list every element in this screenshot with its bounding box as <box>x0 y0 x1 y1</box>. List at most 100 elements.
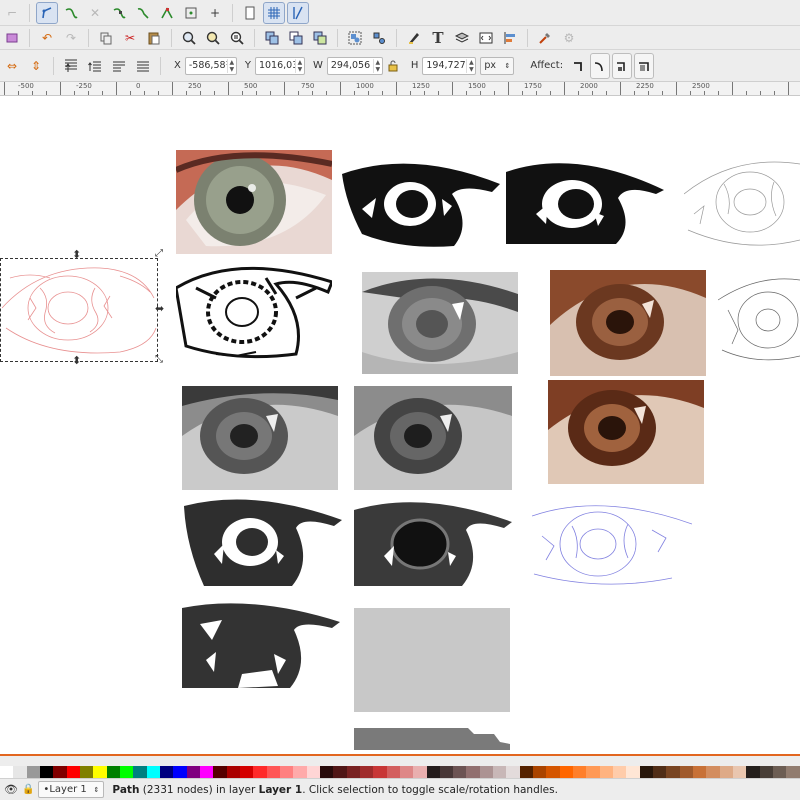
color-swatch[interactable] <box>106 766 120 778</box>
lock-icon[interactable]: 🔒 <box>22 784 34 795</box>
color-swatch[interactable] <box>519 766 534 778</box>
color-swatch[interactable] <box>386 766 400 778</box>
color-swatch[interactable] <box>666 766 680 778</box>
color-swatch[interactable] <box>613 766 627 778</box>
color-swatch[interactable] <box>786 766 800 778</box>
unit-select[interactable]: px ⇕ <box>480 56 515 75</box>
color-swatch[interactable] <box>39 766 54 778</box>
zoom-selection-icon[interactable] <box>178 27 200 49</box>
snap-cusp-icon[interactable] <box>156 2 178 24</box>
undo-icon[interactable]: ↶ <box>36 27 58 49</box>
color-swatch[interactable] <box>426 766 440 778</box>
snap-path-icon[interactable] <box>60 2 82 24</box>
spin-arrows-icon[interactable]: ▲ ▼ <box>466 58 475 73</box>
text-icon[interactable]: T <box>427 27 449 49</box>
color-swatch[interactable] <box>626 766 640 778</box>
color-swatch[interactable] <box>119 766 134 778</box>
document-properties-icon[interactable]: ⚙ <box>558 27 580 49</box>
scale-stroke-icon[interactable] <box>570 55 588 77</box>
raise-icon[interactable] <box>84 55 106 77</box>
color-swatch[interactable] <box>333 766 347 778</box>
eye-trace-darkgray-3[interactable] <box>182 600 340 694</box>
color-swatch[interactable] <box>719 766 734 778</box>
snap-bbox-icon[interactable] <box>36 1 58 24</box>
new-doc-icon[interactable] <box>1 27 23 49</box>
snap-rotation-icon[interactable]: + <box>204 2 226 24</box>
move-patterns-toggle[interactable] <box>634 52 655 79</box>
flip-vertical-icon[interactable]: ⇕ <box>25 55 47 77</box>
color-swatch[interactable] <box>586 766 600 778</box>
snap-node-icon[interactable] <box>108 2 130 24</box>
scale-handle-top-icon[interactable]: ⬍ <box>72 248 81 261</box>
eye-posterized-gray-1[interactable] <box>362 272 518 374</box>
color-swatch[interactable] <box>359 766 374 778</box>
horizontal-ruler[interactable]: -500 -250 0 250 500 750 1000 1250 1500 1… <box>0 82 800 96</box>
color-swatch[interactable] <box>213 766 227 778</box>
color-swatch[interactable] <box>559 766 574 778</box>
color-swatch[interactable] <box>346 766 360 778</box>
eye-trace-darkgray-1[interactable] <box>184 496 342 592</box>
y-field[interactable]: 1016,03 ▲ ▼ <box>254 56 305 75</box>
fill-stroke-icon[interactable] <box>403 27 425 49</box>
scale-handle-bottom-icon[interactable]: ⬍ <box>72 354 81 367</box>
eye-posterized-gray-2[interactable] <box>182 386 338 490</box>
color-swatch[interactable] <box>293 766 307 778</box>
raise-to-top-icon[interactable] <box>60 55 82 77</box>
eye-trace-bw-1[interactable] <box>342 154 500 250</box>
copy-icon[interactable] <box>95 27 117 49</box>
eye-visibility-icon[interactable]: 👁 <box>4 783 18 796</box>
color-swatch[interactable] <box>279 766 294 778</box>
selected-path[interactable]: ⬍ ⬍ ⬌ ⤢ ⤡ <box>0 248 164 367</box>
color-swatch[interactable] <box>413 766 427 778</box>
color-swatch[interactable] <box>639 766 654 778</box>
color-swatch[interactable] <box>599 766 614 778</box>
color-swatch[interactable] <box>266 766 280 778</box>
snap-toggle-icon[interactable]: ⌐ <box>1 2 23 24</box>
color-swatch[interactable] <box>319 766 334 778</box>
eye-trace-detailed-bw[interactable] <box>176 258 332 362</box>
color-swatch[interactable] <box>66 766 80 778</box>
color-swatch[interactable] <box>13 766 27 778</box>
color-swatch[interactable] <box>479 766 494 778</box>
color-swatch[interactable] <box>79 766 94 778</box>
color-swatch[interactable] <box>773 766 787 778</box>
color-swatch[interactable] <box>679 766 694 778</box>
lock-ratio-icon[interactable] <box>384 55 402 77</box>
color-swatch[interactable] <box>399 766 414 778</box>
color-swatch[interactable] <box>506 766 520 778</box>
flip-horizontal-icon[interactable]: ⇔ <box>1 55 23 77</box>
move-gradients-toggle[interactable] <box>612 52 633 79</box>
color-swatch[interactable] <box>173 766 187 778</box>
color-swatch[interactable] <box>733 766 747 778</box>
clone-icon[interactable] <box>285 27 307 49</box>
eye-posterized-sepia-1[interactable] <box>550 270 706 376</box>
color-swatch[interactable] <box>239 766 254 778</box>
eye-posterized-gray-3[interactable] <box>354 386 512 490</box>
zoom-drawing-icon[interactable] <box>202 27 224 49</box>
snap-page-icon[interactable] <box>239 2 261 24</box>
gray-rectangle[interactable] <box>354 608 510 712</box>
paste-icon[interactable] <box>143 27 165 49</box>
group-icon[interactable] <box>344 27 366 49</box>
color-swatch[interactable] <box>159 766 174 778</box>
color-swatch[interactable] <box>746 766 760 778</box>
snap-center-icon[interactable] <box>180 2 202 24</box>
color-swatch[interactable] <box>93 766 107 778</box>
x-field[interactable]: -586,58¹ ▲ ▼ <box>184 56 237 75</box>
snap-guide-icon[interactable] <box>287 1 309 24</box>
color-swatch[interactable] <box>0 766 14 778</box>
cut-icon[interactable]: ✂ <box>119 27 141 49</box>
zoom-page-icon[interactable] <box>226 27 248 49</box>
w-field[interactable]: 294,056 ▲ ▼ <box>326 56 383 75</box>
color-swatch[interactable] <box>653 766 667 778</box>
scale-handle-bottomright-icon[interactable]: ⤡ <box>155 354 163 365</box>
snap-intersection-icon[interactable]: ✕ <box>84 2 106 24</box>
color-swatch[interactable] <box>493 766 507 778</box>
color-swatch[interactable] <box>546 766 560 778</box>
spin-arrows-icon[interactable]: ▲ ▼ <box>294 58 304 73</box>
color-swatch[interactable] <box>573 766 587 778</box>
snap-grid-icon[interactable] <box>263 1 285 24</box>
spin-arrows-icon[interactable]: ▲ ▼ <box>372 58 382 73</box>
color-swatch[interactable] <box>706 766 720 778</box>
scale-handle-topright-icon[interactable]: ⤢ <box>155 248 163 259</box>
